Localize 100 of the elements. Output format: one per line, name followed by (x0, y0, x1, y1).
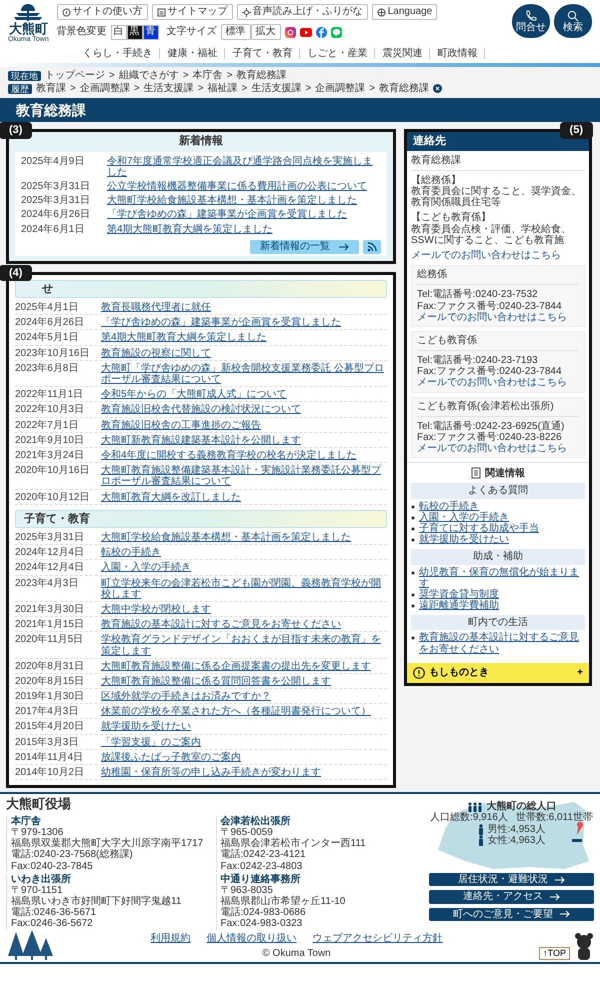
video-play-icon[interactable] (300, 26, 312, 38)
news-link[interactable]: 教育施設旧校舎代替施設の検討状況について (101, 404, 301, 416)
logo-title[interactable]: 大熊町 (8, 22, 48, 36)
news-link[interactable]: 大熊町教育施設整備に係る企画提案書の提出先を変更します (101, 660, 371, 672)
news-link[interactable]: 大熊町新教育施設建築基本設計を公開します (101, 434, 301, 446)
mail-link[interactable]: メールでのお問い合わせはこちら (417, 312, 579, 323)
related-link[interactable]: 転校の手続き (419, 500, 479, 512)
news-link[interactable]: 令和7年度通常学校適正会議及び通学路合同点検を実施しました (107, 156, 381, 178)
mail-link[interactable]: メールでのお問い合わせはこちら (411, 250, 585, 262)
nav-link[interactable]: しごと・産業 (300, 48, 376, 60)
office-detail: 電話:024-983-0686 (220, 907, 307, 918)
news-link[interactable]: 転校の手続き (101, 547, 161, 558)
bullet-icon (411, 636, 415, 640)
news-link[interactable]: 町立学校来年の会津若松市こども園が閉園、義務教育学校が開校します (101, 578, 387, 600)
residence-status-button[interactable]: 居住状況・避難状況 (429, 873, 594, 886)
news-link[interactable]: 「学び舎ゆめの森」建築事業が企画賞を受賞しました (107, 209, 347, 221)
related-link[interactable]: 教育施設の基本設計に対するご意見をお寄せください (419, 632, 585, 655)
facebook-icon[interactable] (316, 26, 327, 38)
news-link[interactable]: 第4期大熊町教育大綱を策定しました (107, 224, 273, 235)
instagram-icon[interactable] (284, 26, 296, 38)
breadcrumb-link[interactable]: 本庁舎 (192, 70, 223, 82)
related-link[interactable]: 子育てに対する助成や手当 (419, 522, 539, 534)
news-link[interactable]: 令和4年度に開校する義務教育学校の校名が決定しました (101, 450, 357, 462)
news-link[interactable]: 大熊町教育大綱を改訂しました (101, 492, 241, 503)
duty-heading: 【総務係】 (411, 174, 462, 186)
news-link[interactable]: 入園・入学の手続き (101, 562, 191, 574)
breadcrumb-separator: > (226, 70, 233, 82)
round-button[interactable]: 問合せ (512, 4, 550, 38)
color-option[interactable]: 黒 (126, 24, 143, 40)
news-link[interactable]: 幼稚園・保育所等の申し込み手続きが変わります (101, 767, 321, 778)
breadcrumb-link[interactable]: 生活支援課 (251, 83, 302, 95)
close-icon[interactable] (433, 84, 442, 94)
news-date: 2024年12月4日 (15, 547, 85, 558)
breadcrumb-link[interactable]: 教育課 (36, 83, 66, 95)
font-size-button[interactable]: 標準 (220, 24, 251, 40)
news-link[interactable]: 大熊町「学び舎ゆめの森」新校舎開校支援業務委託 公募型プロポーザル審査結果について (101, 362, 387, 386)
nav-link[interactable]: 健康・福祉 (160, 48, 226, 60)
footer-link[interactable]: ウェブアクセシビリティ方針 (312, 933, 443, 944)
emergency-button[interactable]: もしものとき + (407, 662, 589, 683)
footer-button[interactable]: 町へのご意見・ご要望 (429, 908, 594, 921)
breadcrumb-link[interactable]: 福祉課 (208, 83, 238, 95)
news-date: 2021年3月24日 (15, 450, 85, 462)
font-size-button[interactable]: 拡大 (250, 24, 281, 40)
color-option[interactable]: 青 (142, 24, 159, 40)
back-to-top-button[interactable]: ↑TOP (539, 946, 570, 960)
news-link[interactable]: 「学習支援」のご案内 (101, 736, 201, 748)
utility-button[interactable]: サイトの使い方 (56, 4, 148, 20)
news-link[interactable]: 「学び舎ゆめの森」建築事業が企画賞を受賞しました (101, 317, 341, 328)
mail-link[interactable]: メールでのお問い合わせはこちら (417, 443, 579, 454)
news-link[interactable]: 大熊町教育施設整備に係る質問回答書を公開します (101, 676, 331, 688)
news-link[interactable]: 放課後ふたばっ子教室のご案内 (101, 752, 241, 764)
news-link[interactable]: 大熊町学校給食施設基本構想・基本計画を策定しました (107, 195, 357, 206)
breadcrumb-link[interactable]: 生活支援課 (144, 83, 194, 95)
news-link[interactable]: 令和5年からの「大熊町成人式」について (101, 389, 287, 400)
breadcrumb-link[interactable]: 組織でさがす (118, 70, 179, 82)
news-date: 2025年4月9日 (21, 156, 86, 169)
breadcrumb-link[interactable]: トップページ (45, 70, 105, 82)
news-link[interactable]: 教育施設旧校舎の工事進捗のご報告 (101, 420, 261, 431)
related-link[interactable]: 遠距離通学費補助 (419, 600, 499, 612)
female-count: 女性:4,963人 (488, 834, 546, 846)
news-link[interactable]: 区域外就学の手続きはお済みですか？ (101, 691, 271, 702)
office-detail: 〒963-8035 (220, 884, 273, 896)
related-link[interactable]: 奨学資金貸与制度 (419, 588, 499, 600)
population-title: 大熊町の総人口 (486, 801, 556, 812)
nav-link[interactable]: 町政情報 (430, 48, 486, 60)
nav-link[interactable]: くらし・手続き (75, 48, 160, 60)
news-link[interactable]: 公立学校情報機器整備事業に係る費用計画の公表について (107, 181, 367, 192)
news-link[interactable]: 教育施設の視察に関して (101, 348, 211, 359)
related-link[interactable]: 幼児教育・保育の無償化が始まります (419, 566, 585, 589)
breadcrumb-link[interactable]: 企画調整課 (315, 83, 366, 95)
news-link[interactable]: 大熊中学校が閉校します (101, 604, 211, 616)
sitemap-icon (156, 8, 166, 16)
breadcrumb-separator: > (369, 83, 376, 95)
rss-button[interactable] (363, 240, 381, 254)
news-date: 2014年10月2日 (15, 767, 85, 778)
news-link[interactable]: 学校教育グランドデザイン「おおくまが目指す未来の教育」を策定します (101, 634, 387, 657)
footer-button[interactable]: 連絡先・アクセス (429, 890, 594, 904)
round-button[interactable]: 検索 (554, 4, 592, 38)
nav-link[interactable]: 震災関連 (375, 48, 430, 60)
breadcrumb-separator: > (305, 83, 312, 95)
news-link[interactable]: 大熊町教育施設整備建築基本設計・実施設計業務委託公募型プロポーザル審査結果について (101, 465, 387, 488)
mail-link[interactable]: メールでのお問い合わせはこちら (417, 377, 579, 389)
news-link[interactable]: 第4期大熊町教育大綱を策定しました (101, 332, 267, 344)
news-link[interactable]: 大熊町学校給食施設基本構想・基本計画を策定しました (101, 532, 351, 544)
news-link[interactable]: 教育長職務代理者に就任 (101, 302, 211, 314)
related-link[interactable]: 入園・入学の手続き (419, 512, 509, 523)
color-option[interactable]: 白 (110, 24, 127, 40)
breadcrumb-link[interactable]: 企画調整課 (80, 83, 130, 95)
utility-button[interactable]: Language (372, 4, 438, 20)
nav-link[interactable]: 子育て・教育 (225, 48, 300, 60)
news-link[interactable]: 休業前の学校を卒業された方へ（各種証明書発行について） (101, 706, 371, 718)
news-link[interactable]: 就学援助を受けたい (101, 721, 191, 733)
utility-button[interactable]: サイトマップ (152, 4, 233, 20)
utility-button[interactable]: 音声読み上げ・ふりがな (236, 4, 368, 20)
related-link[interactable]: 就学援助を受けたい (419, 534, 509, 546)
footer-link[interactable]: 利用規約 (150, 933, 191, 944)
news-link[interactable]: 教育施設の基本設計に対するご意見をお寄せください (101, 619, 341, 630)
more-button[interactable]: 新着情報の一覧 (250, 240, 359, 254)
department-name: 教育総務課 (411, 154, 585, 171)
footer-link[interactable]: 個人情報の取り扱い (206, 933, 297, 944)
